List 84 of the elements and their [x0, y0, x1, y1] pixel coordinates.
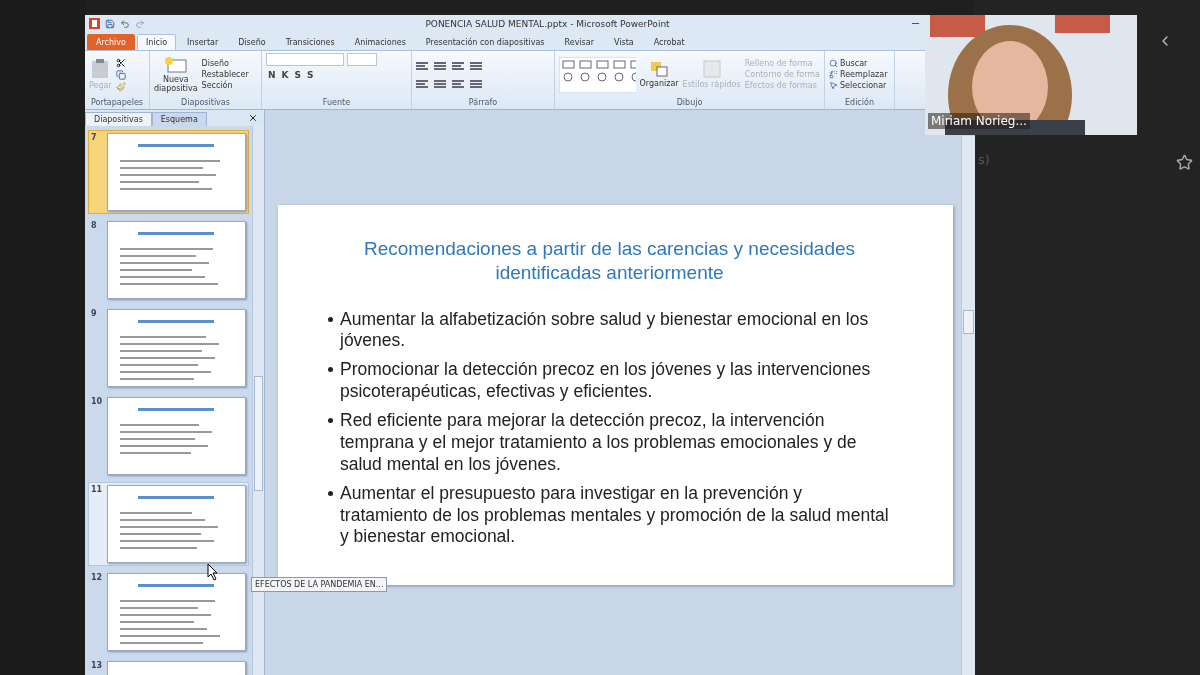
- list-icon[interactable]: [434, 61, 446, 70]
- slide-thumbnail-row[interactable]: 8: [88, 218, 249, 302]
- group-label: Portapapeles: [89, 98, 145, 109]
- brush-icon[interactable]: [115, 81, 126, 92]
- group-label: Dibujo: [675, 98, 704, 109]
- slide-number: 13: [91, 661, 103, 672]
- panel-tab[interactable]: Esquema: [151, 112, 207, 126]
- slide-thumbnail-row[interactable]: 7: [88, 130, 249, 214]
- align-icon[interactable]: [416, 79, 428, 88]
- shapes-gallery[interactable]: [559, 56, 636, 93]
- redo-icon[interactable]: [135, 18, 145, 29]
- arrange-button[interactable]: Organizar: [639, 79, 679, 88]
- find-icon: [829, 59, 838, 68]
- bullet-text: Promocionar la detección precoz en los jóvenes y las intervenciones psicoterapéuticas, efectivas y eficientes.: [340, 359, 872, 403]
- ribbon-tab[interactable]: Insertar: [178, 34, 228, 50]
- layout-button[interactable]: Diseño: [201, 59, 229, 68]
- close-icon[interactable]: [248, 113, 258, 123]
- save-icon[interactable]: [105, 18, 115, 29]
- group-label: Fuente: [321, 98, 352, 109]
- slide-thumbnail-row[interactable]: 13: [88, 658, 249, 675]
- group-label: Diapositivas: [180, 98, 231, 109]
- slide-number: 11: [91, 485, 103, 496]
- window-title: PONENCIA SALUD MENTAL.pptx - Microsoft PowerPoint: [424, 18, 671, 29]
- editing-button[interactable]: Seleccionar: [829, 81, 887, 90]
- format-button[interactable]: N: [266, 70, 278, 80]
- quick-styles-icon: [702, 60, 721, 78]
- scrollbar[interactable]: [961, 136, 975, 675]
- slide-number: 10: [91, 397, 103, 408]
- slide-thumbnail-row[interactable]: 10: [88, 394, 249, 478]
- section-button[interactable]: Sección: [201, 81, 233, 90]
- clipboard-icon: [91, 59, 110, 79]
- group-label: Edición: [844, 98, 875, 109]
- ribbon-tab[interactable]: Acrobat: [644, 34, 694, 50]
- font-name-field[interactable]: [266, 53, 344, 66]
- participant-name: Miriam Norieg...: [928, 113, 1030, 129]
- bullet-text: Aumentar el presupuesto para investigar en la prevención y tratamiento de los problemas mentales y promoción de la salud mental y bienestar emocional.: [340, 482, 890, 549]
- align-icon[interactable]: [470, 79, 482, 88]
- bullet-icon: [328, 316, 333, 322]
- list-icon[interactable]: [470, 61, 482, 70]
- ribbon-tab[interactable]: Diseño: [229, 34, 275, 50]
- panel-tab[interactable]: Diapositivas: [85, 112, 152, 126]
- ribbon-tab[interactable]: Revisar: [555, 34, 603, 50]
- ribbon-tab[interactable]: Inicio: [136, 34, 177, 50]
- editing-button[interactable]: Buscar: [829, 59, 868, 68]
- slide-thumbnail-row[interactable]: 12: [88, 570, 249, 654]
- new-slide-icon: [164, 56, 187, 73]
- align-icon[interactable]: [434, 79, 446, 88]
- powerpoint-icon[interactable]: [89, 18, 100, 29]
- bullet-icon: [328, 490, 333, 496]
- replace-icon: [829, 70, 838, 79]
- tooltip: EFECTOS DE LA PANDEMIA EN...: [251, 577, 388, 592]
- ribbon-tab[interactable]: Presentación con diapositivas: [416, 34, 554, 50]
- reset-button[interactable]: Restablecer: [201, 70, 249, 79]
- ribbon-tab[interactable]: Vista: [604, 34, 643, 50]
- slide-number: 9: [91, 309, 98, 320]
- font-size-field[interactable]: [347, 53, 377, 66]
- list-icon[interactable]: [416, 61, 428, 70]
- mouse-cursor-icon: [207, 563, 219, 581]
- star-icon[interactable]: [1176, 154, 1193, 171]
- list-icon[interactable]: [452, 61, 464, 70]
- ribbon-tab[interactable]: Transiciones: [276, 34, 344, 50]
- slide-number: 8: [91, 221, 98, 232]
- arrange-icon: [650, 61, 669, 77]
- undo-icon[interactable]: [120, 18, 130, 29]
- slide-thumbnail-row[interactable]: 11: [88, 482, 249, 566]
- ribbon-tab[interactable]: Animaciones: [345, 34, 415, 50]
- format-button[interactable]: K: [279, 70, 291, 80]
- format-button[interactable]: S: [292, 70, 303, 80]
- copy-icon[interactable]: [115, 69, 126, 80]
- slide-title: Recomendaciones a partir de las carencias y necesidades identificadas anteriormente: [362, 237, 857, 285]
- group-label: Párrafo: [467, 98, 499, 109]
- format-button[interactable]: S: [305, 70, 316, 80]
- bullet-text: Aumentar la alfabetización sobre salud y bienestar emocional en los jóvenes.: [340, 308, 870, 353]
- bullet-icon: [328, 418, 333, 423]
- slide-number: 12: [91, 573, 103, 584]
- slide-thumbnail-row[interactable]: 9: [88, 306, 249, 390]
- select-icon: [829, 81, 838, 90]
- align-icon[interactable]: [452, 79, 464, 88]
- bullet-icon: [328, 367, 333, 373]
- editing-button[interactable]: Reemplazar: [829, 70, 888, 79]
- slide-number: 7: [91, 133, 98, 144]
- scissors-icon[interactable]: [115, 57, 126, 68]
- bullet-text: Red eficiente para mejorar la detección precoz, la intervención temprana y el mejor tratamiento a los problemas emocionales y de salud mental en los jóvenes.: [340, 410, 858, 476]
- new-slide-button[interactable]: Nueva diapositiva: [154, 74, 198, 93]
